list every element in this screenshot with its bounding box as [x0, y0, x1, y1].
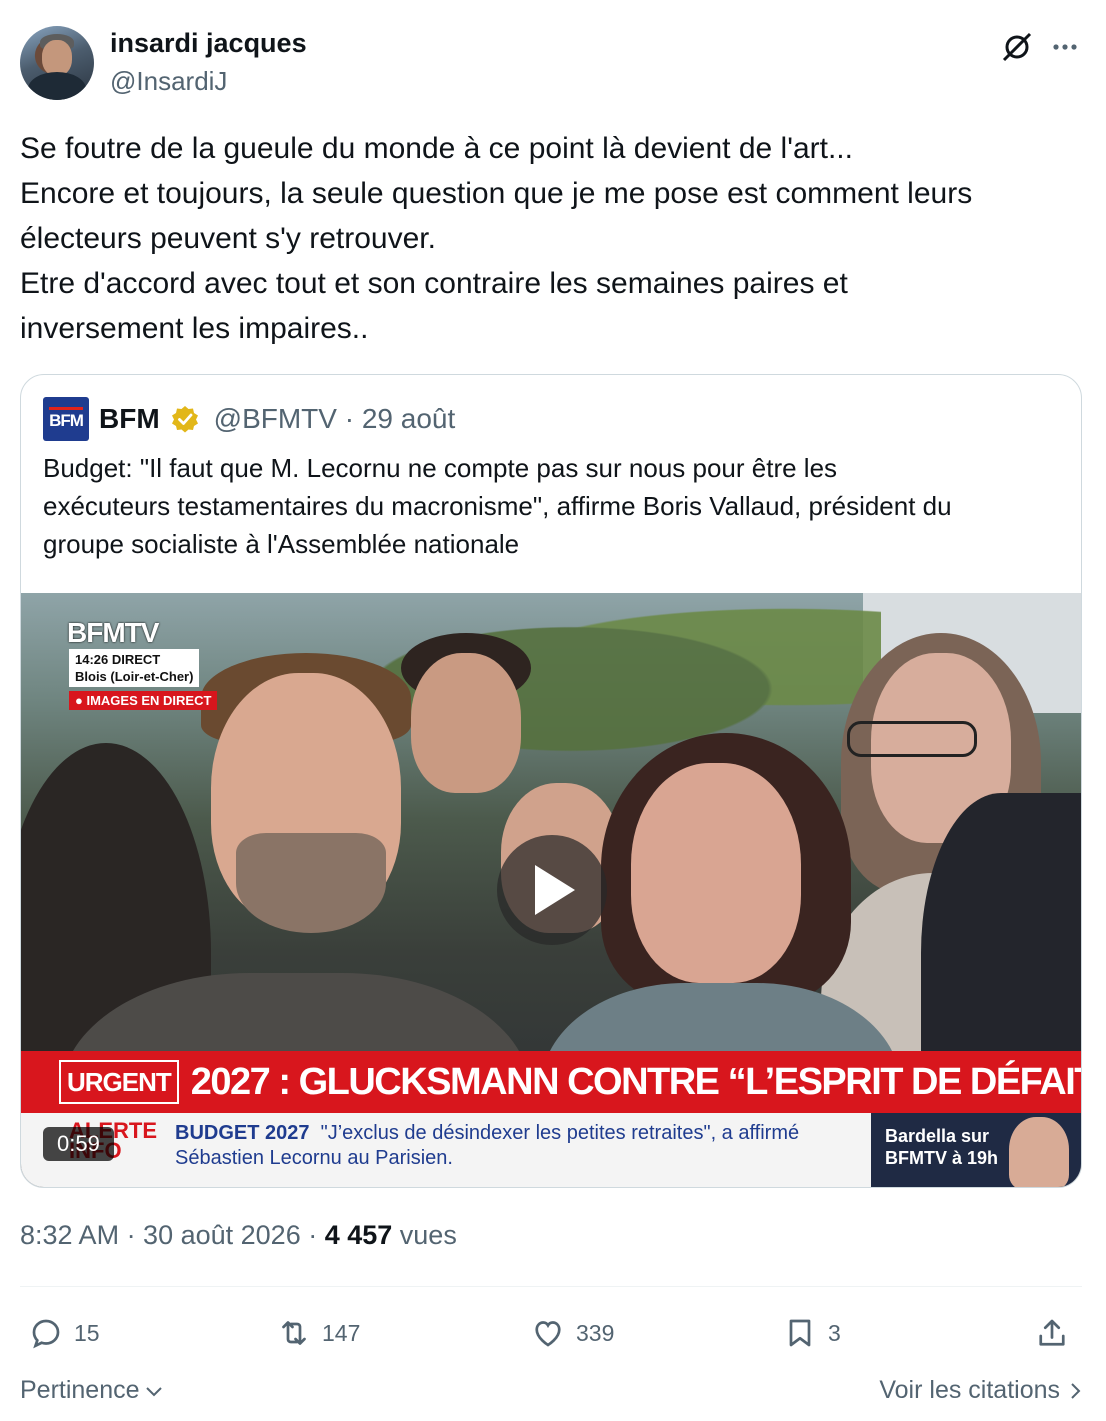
reply-count: 15	[74, 1319, 100, 1346]
like-count: 339	[576, 1319, 615, 1346]
ticker-title: BUDGET 2027	[175, 1122, 310, 1144]
urgent-title: 2027 : GLUCKSMANN CONTRE “L’ESPRIT DE DÉ…	[190, 1060, 1082, 1103]
repost-button[interactable]: 147	[276, 1308, 360, 1358]
bfm-logo-text: BFM	[49, 407, 84, 431]
urgent-tag: URGENT	[59, 1060, 179, 1104]
program-promo: Bardella sur BFMTV à 19h	[871, 1113, 1081, 1187]
grok-icon[interactable]	[1000, 30, 1034, 64]
tweet-line: Etre d'accord avec tout et son contraire…	[20, 267, 848, 300]
view-quotes-label: Voir les citations	[879, 1376, 1060, 1404]
chevron-down-icon	[145, 1386, 162, 1396]
views-count: 4 457	[324, 1220, 393, 1250]
sort-label: Pertinence	[20, 1376, 140, 1404]
live-location: Blois (Loir-et-Cher)	[75, 669, 194, 684]
quoted-author-name[interactable]: BFM	[99, 403, 160, 435]
tweet-line: Encore et toujours, la seule question qu…	[20, 177, 973, 210]
divider	[20, 1286, 1082, 1287]
verified-badge-icon	[171, 406, 198, 433]
timestamp[interactable]: 8:32 AM · 30 août 2026 ·	[20, 1220, 325, 1250]
quoted-avatar[interactable]: BFM	[43, 397, 89, 441]
tweet-header: insardi jacques @InsardiJ	[20, 24, 1086, 104]
author-handle[interactable]: @InsardiJ	[110, 66, 227, 97]
tweet-text: Se foutre de la gueule du monde à ce poi…	[20, 126, 1086, 351]
tweet-line: électeurs peuvent s'y retrouver.	[20, 222, 436, 255]
urgent-banner: URGENT 2027 : GLUCKSMANN CONTRE “L’ESPRI…	[21, 1051, 1082, 1113]
quoted-line: Budget: "Il faut que M. Lecornu ne compt…	[43, 453, 838, 483]
live-time: 14:26 DIRECT	[75, 652, 161, 667]
avatar[interactable]	[20, 26, 94, 100]
live-images-tag: ● IMAGES EN DIRECT	[69, 691, 218, 710]
video-player[interactable]: BFMTV 14:26 DIRECT Blois (Loir-et-Cher) …	[21, 593, 1082, 1187]
action-bar: 15 147 339 3	[20, 1308, 1082, 1358]
reply-icon	[32, 1319, 60, 1349]
bookmark-count: 3	[828, 1319, 841, 1346]
quoted-tweet-header: BFM BFM @BFMTV · 29 août	[43, 397, 455, 441]
tweet-meta: 8:32 AM · 30 août 2026 · 4 457 vues	[20, 1220, 457, 1251]
tweet-line: inversement les impaires..	[20, 312, 369, 345]
play-icon	[535, 865, 575, 915]
repost-icon	[282, 1321, 306, 1345]
replies-footer: Pertinence Voir les citations	[20, 1372, 1082, 1412]
ticker-line: "J’exclus de désindexer les petites retr…	[320, 1122, 800, 1144]
reply-button[interactable]: 15	[28, 1308, 100, 1358]
chevron-right-icon	[1071, 1382, 1081, 1399]
more-icon[interactable]	[1050, 32, 1080, 62]
video-duration: 0:59	[43, 1127, 114, 1161]
like-button[interactable]: 339	[530, 1308, 614, 1358]
live-info-box: 14:26 DIRECT Blois (Loir-et-Cher)	[69, 649, 200, 687]
play-button[interactable]	[497, 835, 607, 945]
quoted-tweet[interactable]: BFM BFM @BFMTV · 29 août Budget: "Il fau…	[20, 374, 1082, 1188]
promo-line: Bardella sur	[885, 1126, 990, 1146]
news-ticker: ALERTE INFO BUDGET 2027 "J’exclus de dés…	[21, 1113, 1081, 1187]
sort-dropdown[interactable]: Pertinence	[20, 1376, 164, 1405]
author-name[interactable]: insardi jacques	[110, 28, 307, 59]
bookmark-button[interactable]: 3	[782, 1308, 841, 1358]
heart-icon	[535, 1321, 561, 1347]
quoted-line: exécuteurs testamentaires du macronisme"…	[43, 491, 952, 521]
promo-line: BFMTV à 19h	[885, 1148, 999, 1168]
bookmark-icon	[789, 1319, 811, 1347]
channel-watermark: BFMTV	[67, 617, 159, 648]
tweet-line: Se foutre de la gueule du monde à ce poi…	[20, 132, 853, 165]
repost-count: 147	[322, 1319, 361, 1346]
view-quotes-link[interactable]: Voir les citations	[879, 1376, 1082, 1405]
quoted-text: Budget: "Il faut que M. Lecornu ne compt…	[43, 449, 1073, 563]
quoted-handle-date: @BFMTV · 29 août	[213, 403, 456, 434]
share-icon	[1039, 1319, 1065, 1346]
views-label: vues	[392, 1220, 457, 1250]
share-button[interactable]	[1034, 1308, 1070, 1358]
ticker-text: BUDGET 2027 "J’exclus de désindexer les …	[175, 1121, 875, 1171]
ticker-line: Sébastien Lecornu au Parisien.	[175, 1147, 453, 1169]
quoted-line: groupe socialiste à l'Assemblée national…	[43, 529, 520, 559]
